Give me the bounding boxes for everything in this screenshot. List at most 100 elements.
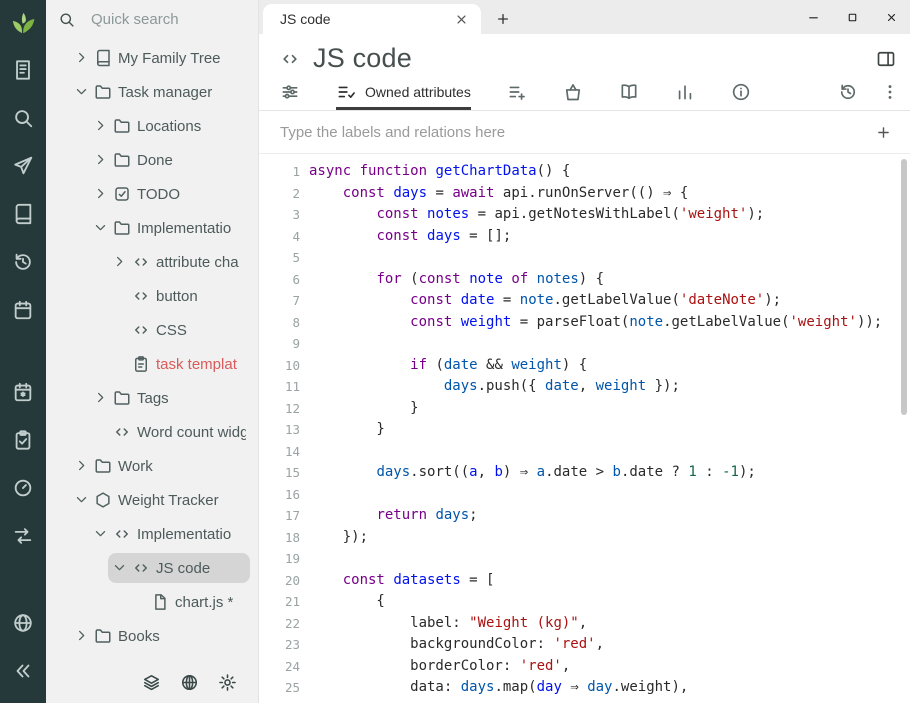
code-line[interactable]: 2 const days = await api.runOnServer(() …: [259, 183, 910, 205]
tree-item[interactable]: Work: [46, 449, 258, 483]
note-title[interactable]: JS code: [313, 43, 863, 74]
code-line[interactable]: 16: [259, 484, 910, 506]
calendar-star-icon[interactable]: [12, 381, 34, 403]
code-line[interactable]: 15 days.sort((a, b) ⇒ a.date > b.date ? …: [259, 462, 910, 484]
gear-icon[interactable]: [218, 673, 237, 692]
tree-item[interactable]: Task manager: [46, 75, 258, 109]
book-icon[interactable]: [12, 203, 34, 225]
bar-chart-icon: [675, 82, 695, 102]
chevron-right-icon[interactable]: [74, 628, 91, 645]
history-icon[interactable]: [12, 251, 34, 273]
tab-close-icon[interactable]: [454, 12, 469, 27]
app-logo-icon[interactable]: [10, 10, 36, 36]
code-line-text: const days = await api.runOnServer(() ⇒ …: [309, 183, 910, 205]
window-minimize-button[interactable]: [807, 11, 820, 24]
kebab-icon[interactable]: [880, 82, 900, 102]
ribbon-tab-book-open[interactable]: [619, 74, 639, 110]
tree-item[interactable]: Done: [46, 143, 258, 177]
code-line[interactable]: 14: [259, 441, 910, 463]
tab-js-code[interactable]: JS code: [263, 4, 481, 34]
globe-cross-icon[interactable]: [180, 673, 199, 692]
code-line[interactable]: 8 const weight = parseFloat(note.getLabe…: [259, 312, 910, 334]
history-icon[interactable]: [838, 82, 858, 102]
quick-search[interactable]: Quick search: [46, 0, 258, 38]
tree-item[interactable]: JS code: [46, 551, 258, 585]
code-line[interactable]: 3 const notes = api.getNotesWithLabel('w…: [259, 204, 910, 226]
code-note-icon[interactable]: [280, 49, 300, 69]
ribbon-tab-basket[interactable]: [563, 74, 583, 110]
code-line[interactable]: 17 return days;: [259, 505, 910, 527]
chevron-right-icon[interactable]: [74, 458, 91, 475]
tree-item[interactable]: Locations: [46, 109, 258, 143]
new-note-icon[interactable]: [12, 59, 34, 81]
code-line[interactable]: 12 }: [259, 398, 910, 420]
search-icon[interactable]: [12, 107, 34, 129]
tree-item[interactable]: My Family Tree: [46, 41, 258, 75]
chevron-down-icon[interactable]: [74, 84, 91, 101]
code-line[interactable]: 18 });: [259, 527, 910, 549]
task-list-icon[interactable]: [12, 429, 34, 451]
attribute-editor-input[interactable]: Type the labels and relations here: [280, 124, 875, 141]
chevron-right-icon[interactable]: [93, 118, 110, 135]
chevron-down-icon[interactable]: [93, 526, 110, 543]
ribbon-tab-bar-chart[interactable]: [675, 74, 695, 110]
swap-icon[interactable]: [12, 525, 34, 547]
editor-scrollbar[interactable]: [901, 159, 907, 415]
gauge-icon[interactable]: [12, 477, 34, 499]
ribbon-tab-list-plus[interactable]: [507, 74, 527, 110]
new-tab-button[interactable]: [495, 11, 511, 27]
chevron-right-icon[interactable]: [93, 390, 110, 407]
code-line[interactable]: 23 backgroundColor: 'red',: [259, 634, 910, 656]
send-icon[interactable]: [12, 155, 34, 177]
collapse-tree-icon[interactable]: [12, 660, 34, 682]
chevron-right-icon[interactable]: [93, 152, 110, 169]
chevron-right-icon[interactable]: [74, 50, 91, 67]
ribbon-tab-sliders[interactable]: [280, 74, 300, 110]
code-line[interactable]: 20 const datasets = [: [259, 570, 910, 592]
layers-icon[interactable]: [142, 673, 161, 692]
tree-item[interactable]: Books: [46, 619, 258, 653]
tab-bar: JS code: [259, 0, 910, 34]
code-line[interactable]: 25 data: days.map(day ⇒ day.weight),: [259, 677, 910, 699]
tree-item[interactable]: chart.js *: [46, 585, 258, 619]
tree-item[interactable]: Implementatio: [46, 211, 258, 245]
code-editor[interactable]: 1async function getChartData() {2 const …: [259, 154, 910, 703]
tree-item[interactable]: Word count widge: [46, 415, 258, 449]
code-line[interactable]: 13 }: [259, 419, 910, 441]
code-line[interactable]: 24 borderColor: 'red',: [259, 656, 910, 678]
chevron-down-icon[interactable]: [74, 492, 91, 509]
tree-item[interactable]: CSS: [46, 313, 258, 347]
code-line[interactable]: 6 for (const note of notes) {: [259, 269, 910, 291]
chevron-down-icon[interactable]: [93, 220, 110, 237]
tree-item[interactable]: task templat: [46, 347, 258, 381]
toggle-right-pane-icon[interactable]: [876, 49, 896, 69]
code-line[interactable]: 4 const days = [];: [259, 226, 910, 248]
tree-item[interactable]: Tags: [46, 381, 258, 415]
code-line[interactable]: 11 days.push({ date, weight });: [259, 376, 910, 398]
code-line[interactable]: 22 label: "Weight (kg)",: [259, 613, 910, 635]
tree-item[interactable]: TODO: [46, 177, 258, 211]
add-attribute-icon[interactable]: [875, 124, 892, 141]
globe-icon[interactable]: [12, 612, 34, 634]
chevron-down-icon[interactable]: [112, 560, 129, 577]
code-line[interactable]: 7 const date = note.getLabelValue('dateN…: [259, 290, 910, 312]
ribbon-tab-info[interactable]: [731, 74, 751, 110]
code-line[interactable]: 9: [259, 333, 910, 355]
tree-item[interactable]: attribute cha: [46, 245, 258, 279]
code-line[interactable]: 21 {: [259, 591, 910, 613]
code-line[interactable]: 10 if (date && weight) {: [259, 355, 910, 377]
code-line[interactable]: 1async function getChartData() {: [259, 161, 910, 183]
chevron-right-icon[interactable]: [112, 254, 129, 271]
line-number: 2: [259, 183, 309, 205]
tree-item[interactable]: Weight Tracker: [46, 483, 258, 517]
ribbon-tab-owned-attributes[interactable]: Owned attributes: [336, 74, 471, 110]
chevron-right-icon[interactable]: [93, 186, 110, 203]
code-line[interactable]: 19: [259, 548, 910, 570]
window-maximize-button[interactable]: [846, 11, 859, 24]
calendar-icon[interactable]: [12, 299, 34, 321]
code-line-text: [309, 247, 910, 269]
tree-item[interactable]: Implementatio: [46, 517, 258, 551]
window-close-button[interactable]: [885, 11, 898, 24]
tree-item[interactable]: button: [46, 279, 258, 313]
code-line[interactable]: 5: [259, 247, 910, 269]
